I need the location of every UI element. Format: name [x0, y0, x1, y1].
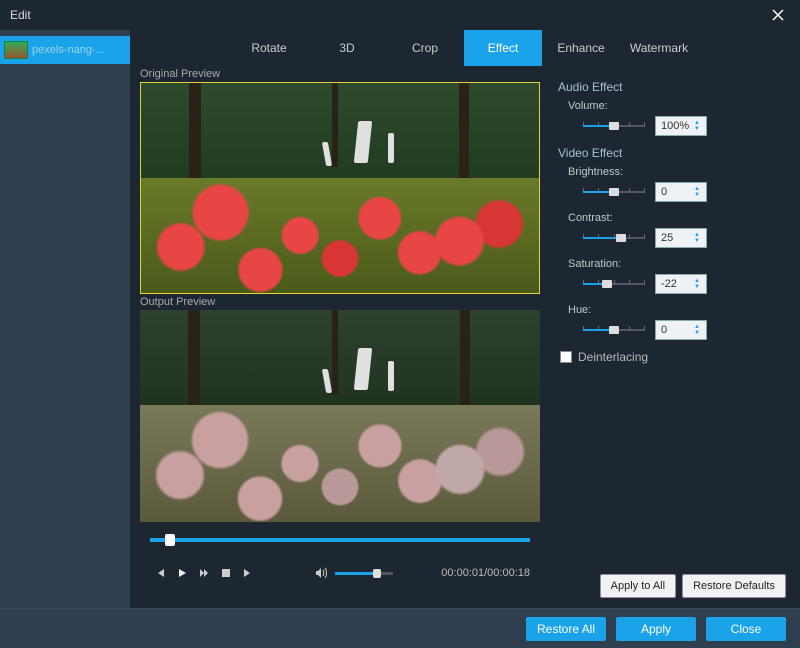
output-preview	[140, 310, 540, 522]
slider-thumb[interactable]	[609, 188, 619, 196]
tab-3d[interactable]: 3D	[308, 30, 386, 66]
tab-rotate[interactable]: Rotate	[230, 30, 308, 66]
play-icon	[176, 567, 188, 579]
volume-slider[interactable]	[335, 572, 393, 575]
saturation-slider[interactable]	[583, 278, 645, 290]
original-preview-label: Original Preview	[140, 68, 540, 80]
output-preview-label: Output Preview	[140, 296, 540, 308]
clip-label: pexels-nang-...	[32, 44, 105, 56]
close-button[interactable]: Close	[706, 617, 786, 641]
main: Rotate 3D Crop Effect Enhance Watermark …	[130, 30, 800, 608]
mid-buttons: Apply to All Restore Defaults	[600, 574, 786, 598]
brightness-slider[interactable]	[583, 186, 645, 198]
checkbox-icon	[560, 351, 572, 363]
seek-bar[interactable]	[150, 528, 530, 554]
volume-label: Volume:	[568, 100, 784, 112]
window-title: Edit	[10, 8, 31, 22]
close-window-button[interactable]	[766, 3, 790, 27]
next-button[interactable]	[238, 563, 258, 583]
slider-thumb[interactable]	[609, 326, 619, 334]
hue-input[interactable]: 0▲▼	[655, 320, 707, 340]
footer: Restore All Apply Close	[0, 608, 800, 648]
tab-crop[interactable]: Crop	[386, 30, 464, 66]
preview-column: Original Preview Output Preview	[130, 66, 540, 608]
stop-icon	[221, 568, 231, 578]
slider-thumb[interactable]	[609, 122, 619, 130]
close-icon	[772, 9, 784, 21]
clip-thumbnail	[4, 41, 28, 59]
sidebar-item-clip[interactable]: pexels-nang-...	[0, 36, 130, 64]
volume-spinner[interactable]: ▲▼	[694, 120, 704, 132]
hue-slider[interactable]	[583, 324, 645, 336]
brightness-input[interactable]: 0▲▼	[655, 182, 707, 202]
sidebar: pexels-nang-...	[0, 30, 130, 608]
seek-track	[150, 538, 530, 542]
apply-to-all-button[interactable]: Apply to All	[600, 574, 676, 598]
content: Original Preview Output Preview	[130, 66, 800, 608]
fast-forward-button[interactable]	[194, 563, 214, 583]
stop-button[interactable]	[216, 563, 236, 583]
slider-thumb[interactable]	[616, 234, 626, 242]
audio-effect-section: Audio Effect	[558, 80, 784, 94]
tab-enhance[interactable]: Enhance	[542, 30, 620, 66]
saturation-input[interactable]: -22▲▼	[655, 274, 707, 294]
volume-thumb[interactable]	[373, 569, 381, 578]
prev-button[interactable]	[150, 563, 170, 583]
contrast-input[interactable]: 25▲▼	[655, 228, 707, 248]
apply-button[interactable]: Apply	[616, 617, 696, 641]
tab-effect[interactable]: Effect	[464, 30, 542, 66]
contrast-slider[interactable]	[583, 232, 645, 244]
volume-icon	[315, 567, 329, 579]
tab-watermark[interactable]: Watermark	[620, 30, 698, 66]
deinterlacing-label: Deinterlacing	[578, 350, 648, 364]
titlebar: Edit	[0, 0, 800, 30]
edit-window: Edit pexels-nang-... Rotate 3D Crop Effe…	[0, 0, 800, 648]
brightness-label: Brightness:	[568, 166, 784, 178]
slider-thumb[interactable]	[602, 280, 612, 288]
contrast-label: Contrast:	[568, 212, 784, 224]
skip-forward-icon	[242, 567, 254, 579]
play-button[interactable]	[172, 563, 192, 583]
skip-back-icon	[154, 567, 166, 579]
volume-control[interactable]	[315, 567, 393, 579]
fast-forward-icon	[198, 567, 210, 579]
original-preview	[140, 82, 540, 294]
tabs: Rotate 3D Crop Effect Enhance Watermark	[130, 30, 800, 66]
deinterlacing-checkbox[interactable]: Deinterlacing	[560, 350, 784, 364]
seek-handle[interactable]	[165, 534, 175, 546]
effect-panel: Audio Effect Volume: 100%	[540, 66, 800, 608]
hue-label: Hue:	[568, 304, 784, 316]
video-effect-section: Video Effect	[558, 146, 784, 160]
volume-input[interactable]: 100% ▲▼	[655, 116, 707, 136]
playback-controls: 00:00:01/00:00:18	[150, 558, 530, 588]
body: pexels-nang-... Rotate 3D Crop Effect En…	[0, 30, 800, 608]
timecode: 00:00:01/00:00:18	[441, 567, 530, 579]
volume-slider-panel[interactable]	[583, 120, 645, 132]
restore-all-button[interactable]: Restore All	[526, 617, 606, 641]
saturation-label: Saturation:	[568, 258, 784, 270]
restore-defaults-button[interactable]: Restore Defaults	[682, 574, 786, 598]
